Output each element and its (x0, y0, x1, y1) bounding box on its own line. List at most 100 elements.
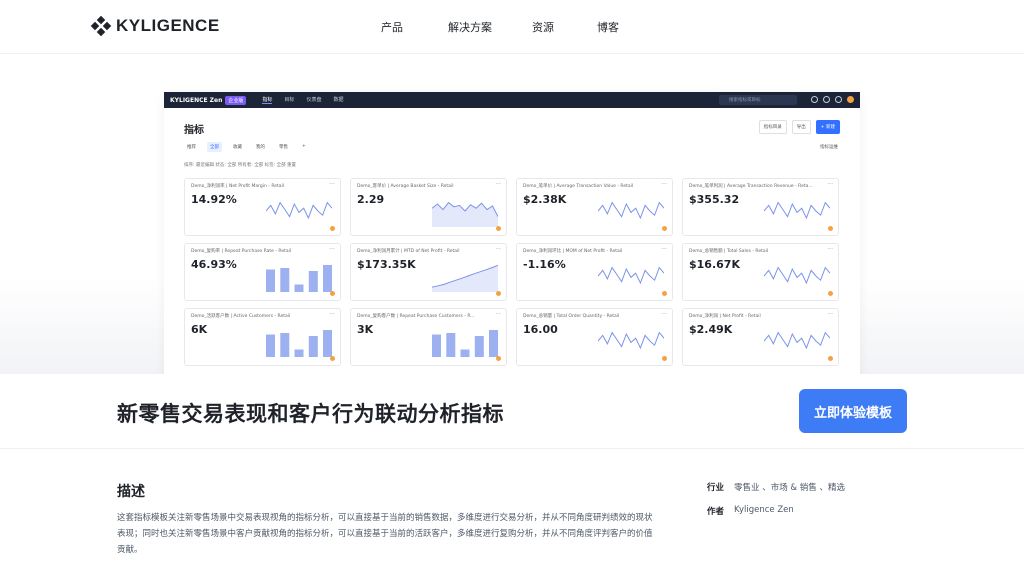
sparkline-bar (266, 269, 275, 292)
preview-new-button: + 新建 (815, 120, 840, 134)
metric-card-name: Demo_净利润 | Net Profit - Retail (689, 314, 761, 319)
owner-avatar-dot (496, 291, 501, 296)
metric-card-value: 2.29 (357, 193, 385, 206)
metric-card-value: -1.16% (523, 258, 566, 271)
sparkline-bar (266, 334, 275, 357)
more-dots-icon: ··· (495, 246, 501, 253)
sparkline-line (764, 201, 830, 220)
description-body: 这套指标模板关注新零售场景中交易表现视角的指标分析，可以直接基于当前的销售数据，… (117, 513, 653, 555)
more-dots-icon: ··· (661, 181, 667, 188)
preview-sort-bar: 排序: 最近编辑 状态: 全部 所有者: 全部 标签: 全部 重置 (184, 163, 297, 168)
metric-card-name: Demo_复购客户数 | Repeat Purchase Customers -… (357, 314, 475, 319)
preview-globe-icon (835, 96, 842, 103)
more-dots-icon: ··· (827, 246, 833, 253)
sparkline-bar (280, 333, 290, 357)
logo-mark-icon (90, 15, 112, 37)
metric-card-value: $355.32 (689, 193, 740, 206)
metric-card-value: 14.92% (191, 193, 237, 206)
metric-card-name: Demo_净利润率 | Net Profit Margin - Retail (191, 184, 285, 189)
more-dots-icon: ··· (329, 181, 335, 188)
preview-page-title: 指标 (184, 125, 204, 136)
metric-card-name: Demo_活跃客户数 | Active Customers - Retail (191, 314, 291, 319)
sparkline-bar (460, 349, 470, 357)
preview-metric-card: Demo_净利润 | Net Profit - Retail ··· $2.49K (682, 308, 839, 366)
sparkline-bar (323, 265, 332, 292)
owner-avatar-dot (662, 356, 667, 361)
preview-help-icon (823, 96, 830, 103)
sparkline-line (598, 331, 664, 350)
metric-card-value: 16.00 (523, 323, 558, 336)
metric-card-name: Demo_复购率 | Repeat Purchase Rate - Retail (191, 249, 292, 254)
sparkline-bar (323, 330, 332, 357)
metric-card-name: Demo_总销量 | Total Order Quantity - Retail (523, 314, 620, 319)
metric-card-value: $16.67K (689, 258, 740, 271)
industry-label: 行业 (707, 483, 725, 493)
metric-sparkline (764, 201, 830, 220)
author-row: 作者 Kyligence Zen (707, 505, 794, 517)
preview-export-button: 导出 (791, 120, 811, 134)
preview-filter-add: + (302, 144, 306, 149)
more-dots-icon: ··· (329, 246, 335, 253)
metric-sparkline (598, 331, 664, 350)
metric-card-value: $173.35K (357, 258, 416, 271)
sparkline-line (598, 266, 664, 285)
sparkline-bar (489, 330, 498, 357)
preview-metric-card: Demo_活跃客户数 | Active Customers - Retail ··… (184, 308, 341, 366)
metric-card-name: Demo_净利润月累计 | MTD of Net Profit - Retail (357, 249, 460, 254)
metric-sparkline (764, 266, 830, 285)
sparkline-bar (294, 349, 304, 357)
owner-avatar-dot (828, 356, 833, 361)
sparkline-bar (446, 333, 456, 357)
sparkline-line (598, 201, 664, 220)
preview-gear-icon (811, 96, 818, 103)
preview-metric-card: Demo_笔单价 | Average Transaction Value - R… (516, 178, 673, 236)
metric-sparkline (764, 331, 830, 350)
more-dots-icon: ··· (329, 311, 335, 318)
metric-card-name: Demo_总销售额 | Total Sales - Retail (689, 249, 769, 254)
sparkline-area (432, 202, 498, 227)
sparkline-line (266, 201, 332, 220)
sparkline-bar (474, 336, 484, 357)
nav-item-resources[interactable]: 资源 (532, 19, 554, 35)
owner-avatar-dot (662, 291, 667, 296)
preview-filter-mine: 我的 (256, 145, 265, 150)
metric-sparkline (432, 330, 498, 357)
metric-card-value: 6K (191, 323, 208, 336)
description-heading: 描述 (117, 484, 145, 500)
more-dots-icon: ··· (661, 246, 667, 253)
preview-manage-label: 指标运维 (820, 145, 838, 150)
nav-item-solutions[interactable]: 解决方案 (448, 19, 492, 35)
preview-filter-all: 全部 (207, 142, 222, 152)
metric-sparkline (266, 265, 332, 292)
nav-item-products[interactable]: 产品 (381, 19, 403, 35)
top-nav: KYLIGENCE 产品 解决方案 资源 博客 (0, 0, 1024, 54)
preview-metric-card: Demo_复购客户数 | Repeat Purchase Customers -… (350, 308, 507, 366)
preview-metric-card: Demo_笔单利润 | Average Transaction Revenue … (682, 178, 839, 236)
owner-avatar-dot (496, 356, 501, 361)
metric-sparkline (598, 266, 664, 285)
metric-card-name: Demo_客单价 | Average Basket Size - Retail (357, 184, 454, 189)
preview-filter-favorites: 收藏 (233, 145, 242, 150)
owner-avatar-dot (828, 291, 833, 296)
sparkline-line (764, 331, 830, 350)
more-dots-icon: ··· (495, 181, 501, 188)
try-template-button[interactable]: 立即体验模板 (799, 389, 907, 433)
preview-tab-goals: 目标 (284, 97, 295, 103)
preview-metric-grid: Demo_净利润率 | Net Profit Margin - Retail ··… (184, 178, 840, 366)
nav-item-blog[interactable]: 博客 (597, 19, 619, 35)
sparkline-bar (432, 334, 441, 357)
metric-card-value: $2.38K (523, 193, 567, 206)
industry-value: 零售业 、市场 & 销售 、精选 (734, 483, 845, 493)
owner-avatar-dot (330, 291, 335, 296)
preview-catalog-button: 指标目录 (758, 120, 787, 134)
more-dots-icon: ··· (827, 311, 833, 318)
metric-card-value: $2.49K (689, 323, 733, 336)
sparkline-bar (280, 268, 290, 292)
template-preview-image: KYLIGENCE Zen 企业版 指标 目标 仪表盘 数据 搜索指标或目标 指… (164, 92, 860, 374)
hero-section: KYLIGENCE Zen 企业版 指标 目标 仪表盘 数据 搜索指标或目标 指… (0, 54, 1024, 374)
preview-app-badge: 企业版 (225, 95, 247, 105)
preview-metric-card: Demo_净利润环比 | MOM of Net Profit - Retail ·… (516, 243, 673, 301)
brand-logo[interactable]: KYLIGENCE (90, 15, 220, 37)
preview-app-logo: KYLIGENCE Zen (170, 96, 223, 104)
author-value: Kyligence Zen (734, 505, 794, 515)
